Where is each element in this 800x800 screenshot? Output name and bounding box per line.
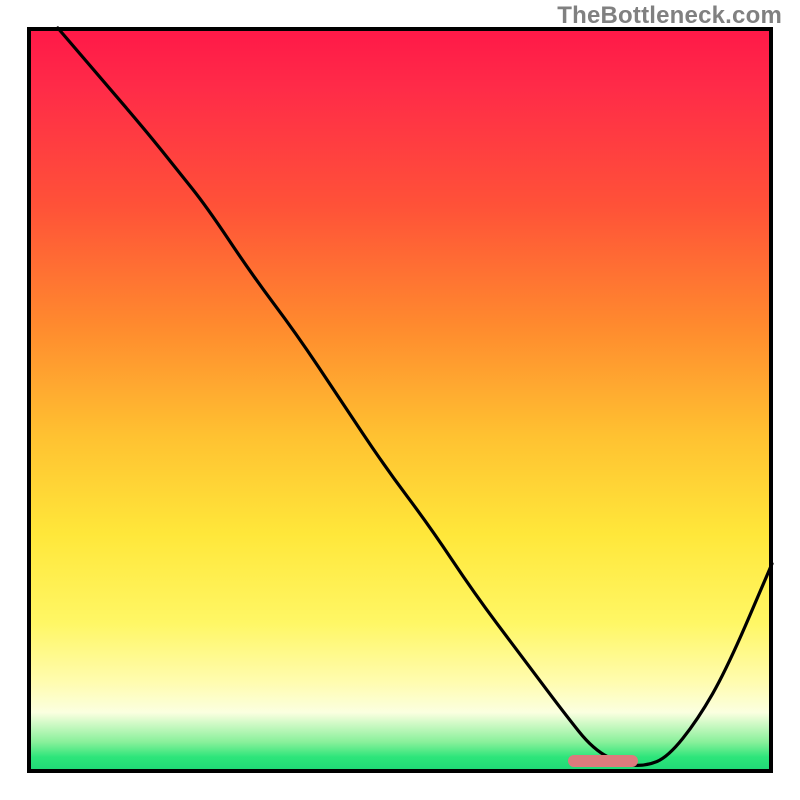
optimal-range-marker	[568, 755, 638, 767]
plot-area	[28, 28, 772, 772]
bottleneck-curve	[28, 28, 772, 772]
watermark-text: TheBottleneck.com	[557, 2, 782, 30]
